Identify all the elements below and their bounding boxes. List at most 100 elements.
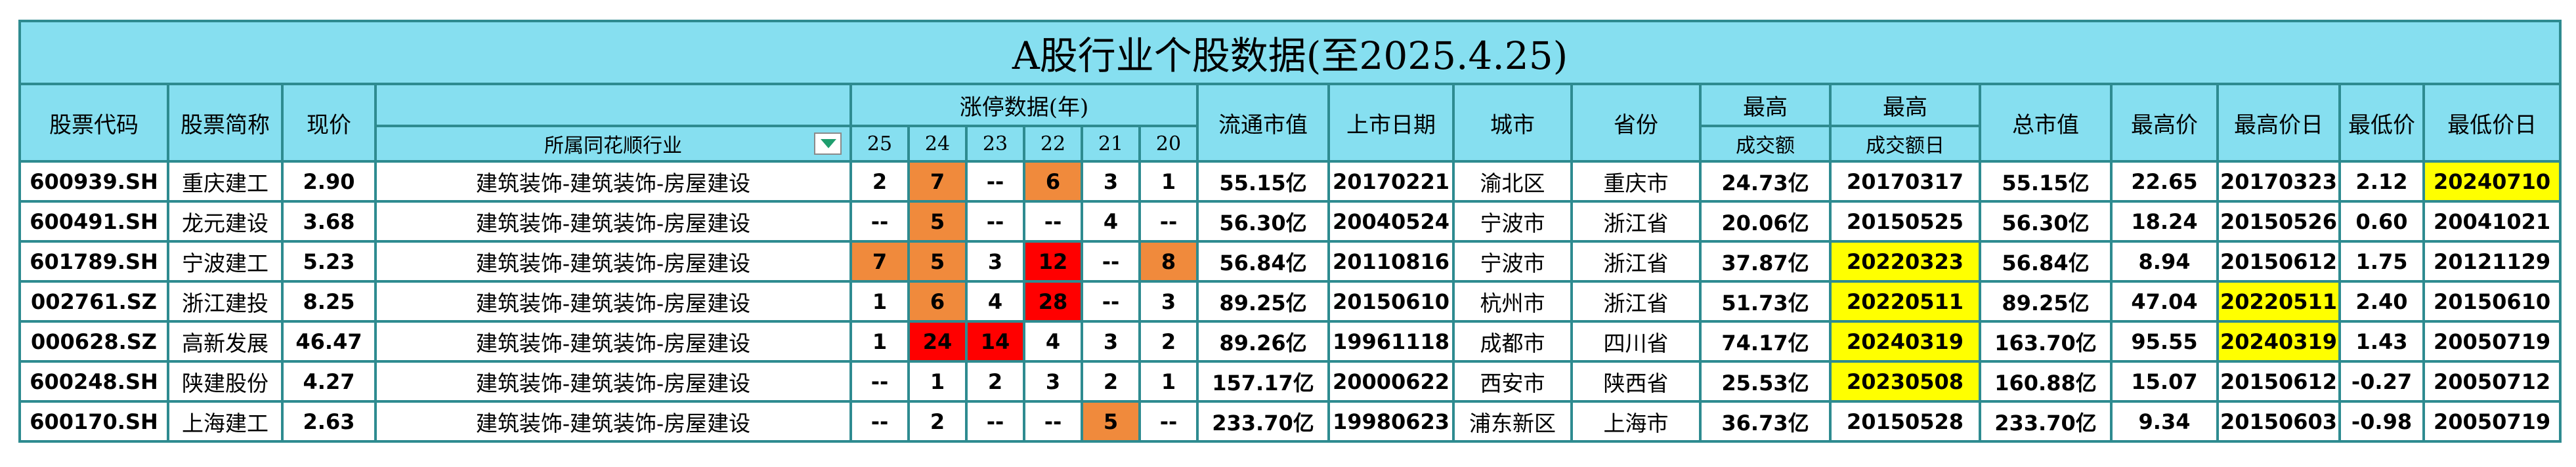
- cell-limit-24[interactable]: 1: [907, 360, 968, 403]
- cell-high[interactable]: 15.07: [2110, 360, 2219, 403]
- cell-limit-24[interactable]: 6: [907, 280, 968, 323]
- cell-max-vol[interactable]: 20.06亿: [1699, 200, 1832, 243]
- header-max-vol-date[interactable]: 成交额日: [1829, 125, 1981, 163]
- cell-industry[interactable]: 建筑装饰-建筑装饰-房屋建设: [374, 280, 852, 323]
- cell-low-date[interactable]: 20050712: [2422, 360, 2562, 403]
- cell-low-date[interactable]: 20121129: [2422, 240, 2562, 283]
- header-year-20[interactable]: 20: [1138, 125, 1199, 163]
- cell-limit-21[interactable]: --: [1081, 240, 1141, 283]
- header-year-23[interactable]: 23: [965, 125, 1025, 163]
- cell-limit-20[interactable]: 1: [1138, 160, 1199, 203]
- cell-max-vol-date[interactable]: 20150528: [1829, 400, 1981, 443]
- cell-limit-23[interactable]: 4: [965, 280, 1025, 323]
- cell-max-vol-date[interactable]: 20230508: [1829, 360, 1981, 403]
- cell-list-date[interactable]: 19980623: [1327, 400, 1455, 443]
- cell-industry[interactable]: 建筑装饰-建筑装饰-房屋建设: [374, 320, 852, 363]
- cell-province[interactable]: 浙江省: [1570, 240, 1702, 283]
- cell-high-date[interactable]: 20150603: [2216, 400, 2341, 443]
- cell-total-cap[interactable]: 163.70亿: [1979, 320, 2113, 363]
- cell-limit-21[interactable]: 2: [1081, 360, 1141, 403]
- cell-limit-25[interactable]: 1: [849, 320, 910, 363]
- cell-high-date[interactable]: 20150612: [2216, 360, 2341, 403]
- cell-limit-21[interactable]: --: [1081, 280, 1141, 323]
- cell-limit-25[interactable]: --: [849, 360, 910, 403]
- cell-price[interactable]: 8.25: [281, 280, 377, 323]
- cell-price[interactable]: 5.23: [281, 240, 377, 283]
- cell-max-vol[interactable]: 74.17亿: [1699, 320, 1832, 363]
- cell-limit-23[interactable]: --: [965, 160, 1025, 203]
- cell-high[interactable]: 8.94: [2110, 240, 2219, 283]
- header-float-cap[interactable]: 流通市值: [1196, 83, 1330, 163]
- cell-high[interactable]: 18.24: [2110, 200, 2219, 243]
- cell-low-date[interactable]: 20240710: [2422, 160, 2562, 203]
- cell-low[interactable]: -0.98: [2338, 400, 2425, 443]
- cell-list-date[interactable]: 20150610: [1327, 280, 1455, 323]
- cell-province[interactable]: 四川省: [1570, 320, 1702, 363]
- cell-low-date[interactable]: 20150610: [2422, 280, 2562, 323]
- cell-limit-24[interactable]: 7: [907, 160, 968, 203]
- cell-max-vol[interactable]: 24.73亿: [1699, 160, 1832, 203]
- cell-limit-20[interactable]: 8: [1138, 240, 1199, 283]
- cell-list-date[interactable]: 20170221: [1327, 160, 1455, 203]
- cell-limit-24[interactable]: 5: [907, 240, 968, 283]
- cell-industry[interactable]: 建筑装饰-建筑装饰-房屋建设: [374, 400, 852, 443]
- cell-limit-20[interactable]: 1: [1138, 360, 1199, 403]
- cell-limit-21[interactable]: 3: [1081, 160, 1141, 203]
- cell-list-date[interactable]: 20000622: [1327, 360, 1455, 403]
- cell-max-vol-date[interactable]: 20170317: [1829, 160, 1981, 203]
- cell-total-cap[interactable]: 55.15亿: [1979, 160, 2113, 203]
- cell-limit-23[interactable]: 3: [965, 240, 1025, 283]
- cell-limit-24[interactable]: 2: [907, 400, 968, 443]
- cell-list-date[interactable]: 20110816: [1327, 240, 1455, 283]
- cell-industry[interactable]: 建筑装饰-建筑装饰-房屋建设: [374, 240, 852, 283]
- cell-low-date[interactable]: 20050719: [2422, 400, 2562, 443]
- cell-name[interactable]: 浙江建投: [167, 280, 284, 323]
- cell-limit-25[interactable]: 7: [849, 240, 910, 283]
- header-low[interactable]: 最低价: [2338, 83, 2425, 163]
- cell-limit-23[interactable]: --: [965, 400, 1025, 443]
- cell-list-date[interactable]: 19961118: [1327, 320, 1455, 363]
- cell-name[interactable]: 上海建工: [167, 400, 284, 443]
- header-total-cap[interactable]: 总市值: [1979, 83, 2113, 163]
- cell-limit-22[interactable]: 4: [1023, 320, 1083, 363]
- cell-limit-21[interactable]: 3: [1081, 320, 1141, 363]
- cell-city[interactable]: 宁波市: [1452, 240, 1573, 283]
- cell-limit-20[interactable]: 2: [1138, 320, 1199, 363]
- cell-low[interactable]: 1.43: [2338, 320, 2425, 363]
- cell-limit-21[interactable]: 4: [1081, 200, 1141, 243]
- cell-max-vol[interactable]: 37.87亿: [1699, 240, 1832, 283]
- cell-industry[interactable]: 建筑装饰-建筑装饰-房屋建设: [374, 160, 852, 203]
- cell-max-vol[interactable]: 25.53亿: [1699, 360, 1832, 403]
- cell-limit-22[interactable]: --: [1023, 200, 1083, 243]
- cell-total-cap[interactable]: 160.88亿: [1979, 360, 2113, 403]
- cell-high-date[interactable]: 20220511: [2216, 280, 2341, 323]
- header-low-date[interactable]: 最低价日: [2422, 83, 2562, 163]
- cell-max-vol-date[interactable]: 20150525: [1829, 200, 1981, 243]
- cell-high[interactable]: 47.04: [2110, 280, 2219, 323]
- cell-limit-25[interactable]: --: [849, 200, 910, 243]
- header-year-25[interactable]: 25: [849, 125, 910, 163]
- cell-limit-24[interactable]: 5: [907, 200, 968, 243]
- cell-city[interactable]: 西安市: [1452, 360, 1573, 403]
- cell-limit-22[interactable]: 6: [1023, 160, 1083, 203]
- cell-province[interactable]: 浙江省: [1570, 200, 1702, 243]
- cell-code[interactable]: 600491.SH: [18, 200, 169, 243]
- cell-float-cap[interactable]: 157.17亿: [1196, 360, 1330, 403]
- cell-low-date[interactable]: 20041021: [2422, 200, 2562, 243]
- header-year-24[interactable]: 24: [907, 125, 968, 163]
- header-industry[interactable]: 所属同花顺行业: [374, 125, 852, 163]
- cell-name[interactable]: 龙元建设: [167, 200, 284, 243]
- cell-limit-24[interactable]: 24: [907, 320, 968, 363]
- cell-code[interactable]: 600939.SH: [18, 160, 169, 203]
- cell-low[interactable]: 0.60: [2338, 200, 2425, 243]
- cell-limit-20[interactable]: --: [1138, 400, 1199, 443]
- cell-max-vol[interactable]: 51.73亿: [1699, 280, 1832, 323]
- cell-price[interactable]: 4.27: [281, 360, 377, 403]
- cell-high-date[interactable]: 20150612: [2216, 240, 2341, 283]
- cell-limit-25[interactable]: 1: [849, 280, 910, 323]
- cell-city[interactable]: 成都市: [1452, 320, 1573, 363]
- cell-limit-23[interactable]: 2: [965, 360, 1025, 403]
- header-year-22[interactable]: 22: [1023, 125, 1083, 163]
- cell-low[interactable]: 1.75: [2338, 240, 2425, 283]
- header-year-21[interactable]: 21: [1081, 125, 1141, 163]
